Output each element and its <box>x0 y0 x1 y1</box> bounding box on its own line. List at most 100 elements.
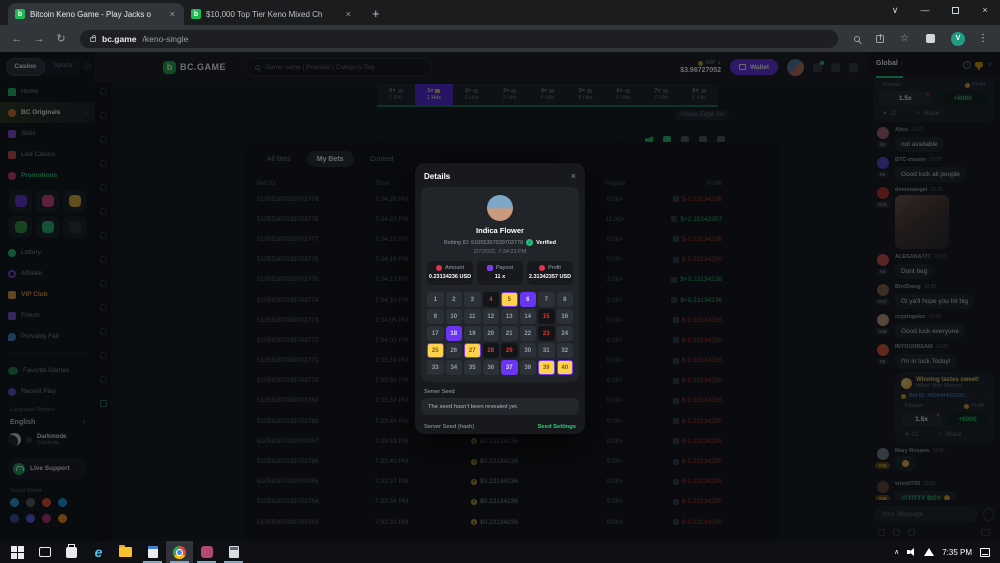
browser-tab[interactable]: b $10,000 Top Tier Keno Mixed Ch × <box>184 3 360 25</box>
keno-number-tile: 3 <box>464 292 481 307</box>
new-tab-button[interactable]: + <box>372 6 380 21</box>
chrome-icon <box>173 546 186 559</box>
seed-settings-link[interactable]: Seed Settings <box>538 424 576 430</box>
browser-tab[interactable]: b Bitcoin Keno Game - Play Jacks o × <box>8 3 184 25</box>
verified-check-icon: ✓ <box>526 239 533 246</box>
verified-label[interactable]: Verified <box>536 240 556 246</box>
keno-number-tile: 21 <box>501 326 518 341</box>
keno-number-tile: 20 <box>483 326 500 341</box>
keno-grid: 1234567891011121314151617181920212223242… <box>427 292 573 375</box>
keno-number-tile: 5 <box>501 292 518 307</box>
network-icon[interactable] <box>924 548 934 556</box>
keno-number-tile: 40 <box>557 360 574 375</box>
modal-title: Details <box>424 172 450 181</box>
tab-close-icon[interactable]: × <box>168 9 177 19</box>
stat-box: Amount 0.23134236 USD <box>427 261 473 285</box>
search-tabs-icon[interactable] <box>854 36 860 42</box>
tab-search-icon[interactable]: ∨ <box>880 0 910 20</box>
tab-title: $10,000 Top Tier Keno Mixed Ch <box>206 10 339 19</box>
stat-value: 2.31342357 USD <box>529 274 571 280</box>
taskbar-app[interactable] <box>4 541 31 563</box>
betting-id: Betting ID: 51055307039703778 <box>444 240 523 246</box>
browser-menu-icon[interactable]: ⋮ <box>978 33 988 44</box>
server-seed-hash-label: Server Seed (hash) <box>424 424 474 430</box>
taskbar-app[interactable] <box>193 541 220 563</box>
keno-number-tile: 30 <box>520 343 537 358</box>
back-icon[interactable]: ← <box>8 33 26 45</box>
task-view-icon <box>39 547 51 557</box>
keno-number-tile: 15 <box>538 309 555 324</box>
keno-number-tile: 37 <box>501 360 518 375</box>
keno-number-tile: 2 <box>446 292 463 307</box>
keno-number-tile: 9 <box>427 309 444 324</box>
taskbar-app[interactable] <box>166 541 193 563</box>
profit-coin-icon <box>539 265 545 271</box>
maximize-button[interactable] <box>940 0 970 20</box>
taskbar-app[interactable] <box>58 541 85 563</box>
url-host: bc.game <box>102 34 137 44</box>
forward-icon[interactable]: → <box>30 33 48 45</box>
notepad-icon <box>148 546 158 558</box>
calculator-icon <box>229 546 239 558</box>
keno-number-tile: 19 <box>464 326 481 341</box>
server-seed-value: The seed hasn't been revealed yet. <box>421 398 579 415</box>
extensions-icon[interactable] <box>926 34 935 43</box>
keno-number-tile: 17 <box>427 326 444 341</box>
bet-datetime: 2/7/2022, 7:34:23 PM <box>474 249 527 255</box>
keno-number-tile: 38 <box>520 360 537 375</box>
taskbar-app[interactable] <box>220 541 247 563</box>
page-content: CasinoSports Home BC Originals › Slots <box>0 52 1000 541</box>
minimize-button[interactable]: — <box>910 0 940 20</box>
store-icon <box>66 547 77 558</box>
tab-close-icon[interactable]: × <box>344 9 353 19</box>
taskbar-app[interactable] <box>112 541 139 563</box>
stat-value: 0.23134236 USD <box>429 274 471 280</box>
modal-close-icon[interactable]: × <box>571 171 576 181</box>
keno-number-tile: 22 <box>520 326 537 341</box>
start-icon <box>11 546 24 559</box>
browser-toolbar: ← → ↻ bc.game/keno-single ☆ V ⋮ <box>0 25 1000 52</box>
keno-number-tile: 7 <box>538 292 555 307</box>
taskbar-app[interactable] <box>31 541 58 563</box>
reload-icon[interactable]: ↻ <box>52 32 70 45</box>
keno-number-tile: 1 <box>427 292 444 307</box>
address-bar[interactable]: bc.game/keno-single <box>80 30 838 48</box>
keno-number-tile: 35 <box>464 360 481 375</box>
amount-coin-icon <box>436 265 442 271</box>
system-tray: ∧ 7:35 PM <box>894 548 1000 557</box>
tab-title: Bitcoin Keno Game - Play Jacks o <box>30 10 163 19</box>
keno-number-tile: 12 <box>483 309 500 324</box>
keno-number-tile: 29 <box>501 343 518 358</box>
browser-tab-strip: b Bitcoin Keno Game - Play Jacks o × b $… <box>0 0 1000 25</box>
keno-number-tile: 4 <box>483 292 500 307</box>
action-center-icon[interactable] <box>980 548 990 557</box>
keno-number-tile: 13 <box>501 309 518 324</box>
share-icon[interactable] <box>876 35 884 43</box>
keno-number-tile: 16 <box>557 309 574 324</box>
windows-taskbar: e ∧ 7:35 PM <box>0 541 1000 563</box>
keno-number-tile: 25 <box>427 343 444 358</box>
keno-number-tile: 23 <box>538 326 555 341</box>
taskbar-app[interactable] <box>139 541 166 563</box>
tray-chevron-icon[interactable]: ∧ <box>894 548 899 556</box>
payout-icon <box>487 265 493 271</box>
stat-value: 11 x <box>495 274 505 280</box>
close-button[interactable]: × <box>970 0 1000 20</box>
taskbar-app[interactable]: e <box>85 541 112 563</box>
keno-number-tile: 31 <box>538 343 555 358</box>
keno-number-tile: 10 <box>446 309 463 324</box>
bookmark-star-icon[interactable]: ☆ <box>900 33 909 44</box>
keno-number-tile: 6 <box>520 292 537 307</box>
player-name: Indica Flower <box>476 226 524 235</box>
browser-profile-avatar[interactable]: V <box>951 32 965 46</box>
stat-box: Profit 2.31342357 USD <box>527 261 573 285</box>
keno-number-tile: 8 <box>557 292 574 307</box>
clock[interactable]: 7:35 PM <box>942 548 972 557</box>
volume-icon[interactable] <box>907 548 916 556</box>
server-seed-label: Server Seed <box>424 389 576 395</box>
edge-icon: e <box>92 546 105 559</box>
keno-number-tile: 32 <box>557 343 574 358</box>
keno-number-tile: 11 <box>464 309 481 324</box>
keno-number-tile: 24 <box>557 326 574 341</box>
keno-number-tile: 36 <box>483 360 500 375</box>
